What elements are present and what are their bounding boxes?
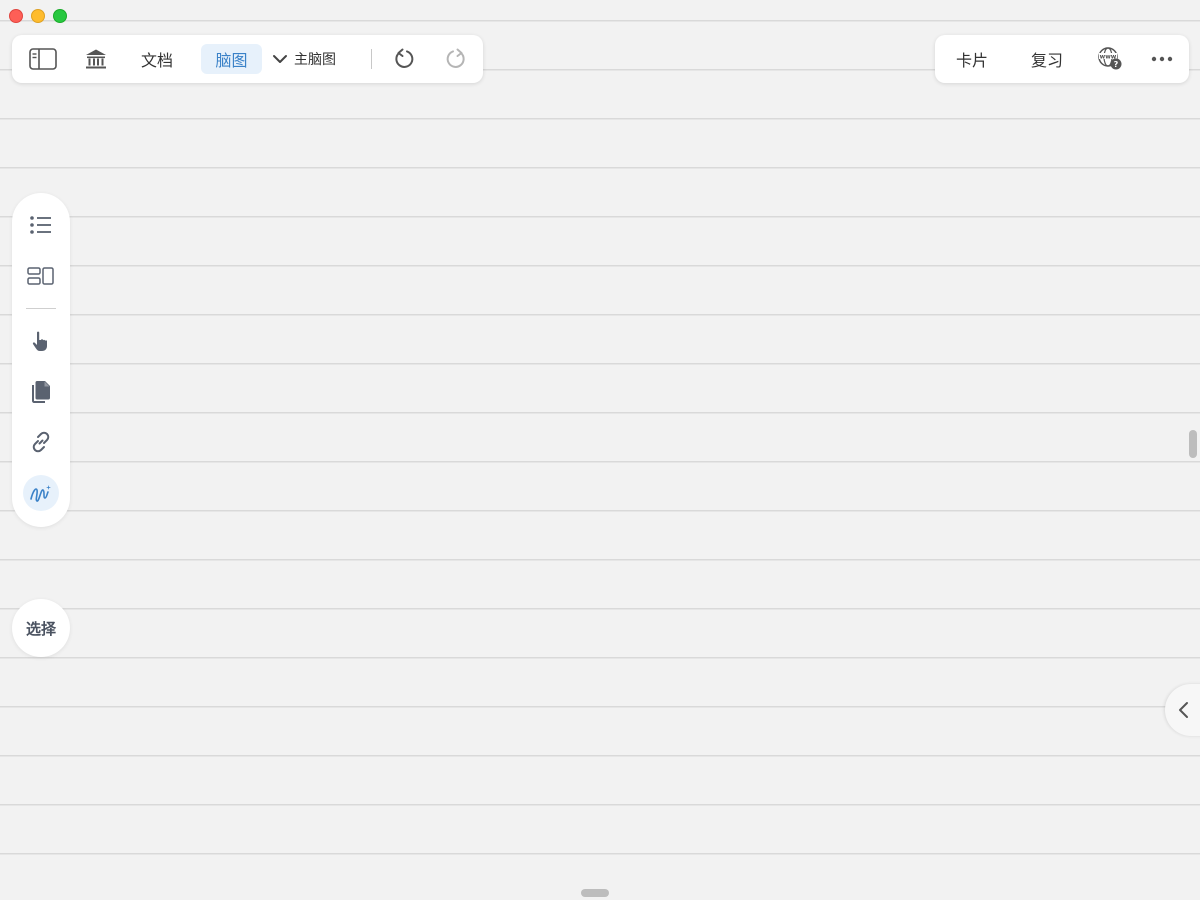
library-button[interactable]	[82, 47, 110, 71]
pointer-hand-icon	[32, 331, 47, 351]
select-mode-button[interactable]: 选择	[12, 599, 70, 657]
bottom-drag-handle[interactable]	[581, 889, 609, 897]
freehand-draw-icon	[30, 485, 51, 502]
tab-document[interactable]: 文档	[133, 44, 181, 74]
redo-button[interactable]	[442, 47, 470, 71]
redo-icon	[446, 48, 465, 68]
app-window: 文档 脑图 主脑图 卡片 复习 www ? 选择	[0, 0, 1200, 900]
mindmap-selector-value: 主脑图	[294, 52, 336, 68]
review-button[interactable]: 复习	[1022, 44, 1072, 74]
window-controls	[9, 9, 67, 23]
right-panel-toggle[interactable]	[1165, 684, 1200, 736]
cards-button[interactable]: 卡片	[947, 44, 997, 74]
pointer-tool-button[interactable]	[25, 325, 57, 357]
layout-button[interactable]	[25, 260, 57, 292]
minimize-window-button[interactable]	[31, 9, 45, 23]
link-button[interactable]	[25, 426, 57, 458]
layout-icon	[27, 267, 54, 285]
palette-divider	[26, 308, 56, 309]
freehand-draw-button[interactable]	[23, 475, 59, 511]
web-help-icon: www ?	[1098, 47, 1122, 70]
sidebar-toggle-button[interactable]	[29, 47, 57, 71]
tool-palette	[12, 193, 70, 527]
web-help-button[interactable]: www ?	[1096, 47, 1124, 71]
main-toolbar: 文档 脑图 主脑图	[12, 35, 483, 83]
documents-button[interactable]	[25, 376, 57, 408]
svg-text:?: ?	[1114, 60, 1119, 69]
more-horizontal-icon	[1151, 56, 1173, 62]
right-toolbar: 卡片 复习 www ?	[935, 35, 1189, 83]
outline-view-button[interactable]	[25, 209, 57, 241]
chevron-down-icon	[273, 55, 287, 63]
zoom-window-button[interactable]	[53, 9, 67, 23]
vertical-scrollbar-thumb[interactable]	[1189, 430, 1197, 458]
toolbar-divider	[371, 49, 372, 69]
library-icon	[86, 49, 106, 69]
tab-mindmap[interactable]: 脑图	[201, 44, 262, 74]
undo-button[interactable]	[390, 47, 418, 71]
sidebar-icon	[29, 48, 57, 70]
documents-icon	[32, 381, 50, 403]
list-icon	[30, 216, 51, 234]
mindmap-selector[interactable]: 主脑图	[272, 47, 336, 71]
close-window-button[interactable]	[9, 9, 23, 23]
chevron-left-icon	[1179, 702, 1188, 718]
more-options-button[interactable]	[1148, 47, 1176, 71]
link-icon	[32, 431, 50, 453]
undo-icon	[395, 48, 414, 68]
